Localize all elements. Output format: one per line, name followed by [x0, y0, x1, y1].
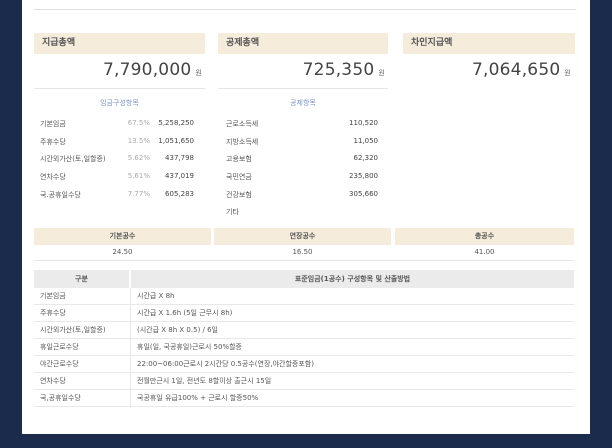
deduction-label: 국민연금 — [226, 173, 252, 181]
row-desc: 전월만근시 1일, 전년도 8할이상 출근시 15일 — [137, 377, 272, 385]
pay-total-unit: 원 — [195, 69, 202, 77]
row-desc: 시간급 X 8h — [137, 292, 175, 300]
row-desc: 휴일(일, 국공휴일)근로시 50%할증 — [137, 343, 242, 351]
table-row: 국,공휴일수당 국공휴일 유급100% + 근로시 할증50% — [34, 390, 574, 407]
total-hours-value: 41.00 — [474, 248, 495, 256]
row-item: 주휴수당 — [40, 309, 66, 317]
table-header-method: 표준임금(1공수) 구성항목 및 산출방법 — [131, 270, 574, 288]
extended-hours-header: 연장공수 — [214, 228, 391, 245]
pay-item-amount: 605,283 — [165, 190, 194, 198]
pay-item-pct: 5.61% — [127, 172, 150, 180]
deduction-amount: 305,660 — [349, 190, 378, 198]
table-header-category: 구분 — [34, 270, 129, 288]
pay-item-label: 시간외가산(토,일할증) — [40, 155, 106, 163]
deduction-label: 고용보험 — [226, 155, 252, 163]
deduction-label: 건강보험 — [226, 191, 252, 199]
net-pay-label: 차인지급액 — [411, 38, 453, 48]
row-desc: (시간급 X 8h X 0.5) / 6일 — [137, 326, 218, 334]
deduction-amount: 11,050 — [353, 137, 379, 145]
deduction-amount: 235,800 — [349, 172, 378, 180]
row-item: 시간외가산(토,일할증) — [40, 326, 106, 334]
table-row: 시간외가산(토,일할증) (시간급 X 8h X 0.5) / 6일 — [34, 322, 574, 339]
table-row: 연차수당 전월만근시 1일, 전년도 8할이상 출근시 15일 — [34, 373, 574, 390]
deduction-total-amount: 725,350 — [302, 60, 375, 80]
deduction-label: 근로소득세 — [226, 120, 259, 128]
deduction-total-value: 725,350 원 — [218, 60, 385, 80]
table-row: 기본임금 시간급 X 8h — [34, 288, 574, 305]
pay-item-label: 주휴수당 — [40, 138, 66, 146]
deduction-amount: 110,520 — [349, 119, 378, 127]
row-desc: 국공휴일 유급100% + 근로시 할증50% — [137, 394, 259, 402]
pay-total-header: 지급총액 — [34, 33, 205, 54]
net-pay-unit: 원 — [564, 69, 571, 77]
table-row: 주휴수당 시간급 X 1.6h (5일 근무시 8h) — [34, 305, 574, 322]
pay-item-amount: 437,019 — [165, 172, 194, 180]
pay-item-amount: 1,051,650 — [158, 137, 194, 145]
row-item: 휴일근로수당 — [40, 343, 79, 351]
divider — [34, 88, 205, 89]
pay-item-label: 연차수당 — [40, 173, 66, 181]
extended-hours-value: 16.50 — [292, 248, 313, 256]
deduction-label: 지방소득세 — [226, 138, 259, 146]
net-pay-header: 차인지급액 — [403, 33, 575, 54]
deduction-total-unit: 원 — [378, 69, 385, 77]
divider — [218, 88, 388, 89]
divider — [34, 260, 574, 261]
row-desc: 시간급 X 1.6h (5일 근무시 8h) — [137, 309, 233, 317]
pay-item-label: 국.공휴일수당 — [40, 191, 81, 199]
pay-item-pct: 7.77% — [127, 190, 150, 198]
row-item: 기본임금 — [40, 292, 66, 300]
total-hours-header: 총공수 — [395, 228, 574, 245]
row-item: 야간근로수당 — [40, 360, 79, 368]
pay-total-label: 지급총액 — [42, 38, 76, 48]
deductions-title: 공제항목 — [290, 99, 316, 107]
pay-item-pct: 67.5% — [127, 119, 150, 127]
table-row: 야간근로수당 22:00~06:00근로시 2시간당 0.5공수(연장,야간할증포… — [34, 356, 574, 373]
deduction-total-label: 공제총액 — [226, 38, 260, 48]
row-desc: 22:00~06:00근로시 2시간당 0.5공수(연장,야간할증포함) — [137, 360, 314, 368]
pay-total-value: 7,790,000 원 — [34, 60, 202, 80]
net-pay-value: 7,064,650 원 — [403, 60, 571, 80]
deduction-amount: 62,320 — [353, 154, 379, 162]
pay-item-amount: 437,798 — [165, 154, 194, 162]
pay-item-amount: 5,258,250 — [158, 119, 194, 127]
basic-hours-value: 24.50 — [112, 248, 133, 256]
column-divider — [130, 288, 131, 408]
basic-hours-header: 기본공수 — [34, 228, 211, 245]
pay-item-pct: 5.62% — [127, 154, 150, 162]
table-row: 휴일근로수당 휴일(일, 국공휴일)근로시 50%할증 — [34, 339, 574, 356]
row-item: 국,공휴일수당 — [40, 394, 81, 402]
pay-item-label: 기본임금 — [40, 120, 66, 128]
pay-items-title: 임금구성항목 — [100, 99, 139, 107]
pay-item-pct: 13.5% — [127, 137, 150, 145]
top-divider — [34, 9, 576, 10]
deduction-label: 기타 — [226, 208, 239, 216]
net-pay-amount: 7,064,650 — [472, 60, 561, 80]
row-item: 연차수당 — [40, 377, 66, 385]
deduction-total-header: 공제총액 — [218, 33, 388, 54]
pay-total-amount: 7,790,000 — [103, 60, 192, 80]
